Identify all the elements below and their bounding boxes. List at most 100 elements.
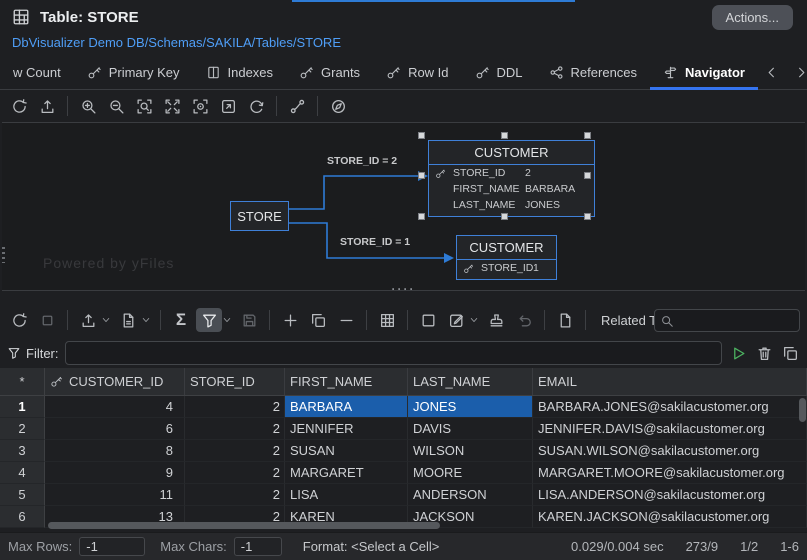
tab-row-id[interactable]: Row Id [373, 56, 461, 89]
cell-store_id[interactable]: 2 [185, 396, 285, 418]
search-input[interactable] [674, 313, 794, 328]
column-header-first_name[interactable]: FIRST_NAME [285, 368, 408, 395]
tab-grants[interactable]: Grants [286, 56, 373, 89]
result-grid[interactable]: *CUSTOMER_IDSTORE_ID FIRST_NAME LAST_NAME E… [0, 368, 807, 532]
compass-button[interactable] [325, 94, 351, 118]
cell-first_name[interactable]: BARBARA [285, 396, 408, 418]
tab-ddl[interactable]: DDL [462, 56, 536, 89]
minus-button[interactable] [333, 308, 359, 332]
focus-view-button[interactable] [187, 94, 213, 118]
open-window-button[interactable] [215, 94, 241, 118]
cell-customer_id[interactable]: 8 [45, 440, 185, 462]
vertical-scrollbar[interactable] [799, 398, 806, 422]
cell-last_name[interactable]: DAVIS [408, 418, 533, 440]
selection-handle[interactable] [418, 172, 425, 179]
cell-first_name[interactable]: SUSAN [285, 440, 408, 462]
branch-button[interactable] [284, 94, 310, 118]
stamp-button[interactable] [483, 308, 509, 332]
row-number[interactable]: 5 [0, 484, 45, 506]
tab-navigator[interactable]: Navigator [650, 56, 758, 89]
edit-button[interactable] [443, 308, 469, 332]
zoom-out-button[interactable] [103, 94, 129, 118]
row-number[interactable]: 2 [0, 418, 45, 440]
export-button[interactable] [34, 94, 60, 118]
new-doc-button[interactable] [552, 308, 578, 332]
chevron-left-button[interactable] [758, 61, 784, 85]
cell-email[interactable]: JENNIFER.DAVIS@sakilacustomer.org [533, 418, 807, 440]
square-button[interactable] [415, 308, 441, 332]
tab-indexes[interactable]: Indexes [193, 56, 287, 89]
filter-input[interactable] [65, 341, 723, 365]
tab-primary-key[interactable]: Primary Key [74, 56, 193, 89]
cell-store_id[interactable]: 2 [185, 484, 285, 506]
column-header-last_name[interactable]: LAST_NAME [408, 368, 533, 395]
horizontal-scrollbar[interactable] [0, 521, 807, 530]
column-header-label: EMAIL [538, 374, 577, 389]
copy-filter-button[interactable] [780, 343, 800, 363]
cell-customer_id[interactable]: 6 [45, 418, 185, 440]
cell-email[interactable]: BARBARA.JONES@sakilacustomer.org [533, 396, 807, 418]
actions-button[interactable]: Actions... [712, 5, 793, 30]
tab-references[interactable]: References [536, 56, 650, 89]
cell-first_name[interactable]: LISA [285, 484, 408, 506]
selection-handle[interactable] [501, 213, 508, 220]
export-button[interactable] [75, 308, 101, 332]
funnel-button[interactable] [196, 308, 222, 332]
cell-last_name[interactable]: JONES [408, 396, 533, 418]
diagram-node-customer-2[interactable]: CUSTOMER STORE_ID1 [456, 235, 557, 280]
file-button[interactable] [115, 308, 141, 332]
selection-handle[interactable] [584, 213, 591, 220]
plus-button[interactable] [277, 308, 303, 332]
cell-store_id[interactable]: 2 [185, 418, 285, 440]
cell-email[interactable]: SUSAN.WILSON@sakilacustomer.org [533, 440, 807, 462]
selection-handle[interactable] [501, 132, 508, 139]
splitter-handle[interactable]: ···· [0, 284, 807, 296]
cell-customer_id[interactable]: 11 [45, 484, 185, 506]
table-grid-button[interactable] [374, 308, 400, 332]
selection-handle[interactable] [584, 132, 591, 139]
copy-button[interactable] [305, 308, 331, 332]
cell-customer_id[interactable]: 9 [45, 462, 185, 484]
tab-w-count[interactable]: w Count [0, 56, 74, 89]
max-rows-input[interactable] [79, 537, 145, 556]
layout-refresh-button[interactable] [243, 94, 269, 118]
chevron-right-button[interactable] [788, 61, 807, 85]
sigma-button[interactable]: Σ [168, 308, 194, 332]
cell-customer_id[interactable]: 4 [45, 396, 185, 418]
cell-first_name[interactable]: JENNIFER [285, 418, 408, 440]
cell-email[interactable]: MARGARET.MOORE@sakilacustomer.org [533, 462, 807, 484]
cell-last_name[interactable]: WILSON [408, 440, 533, 462]
column-header-label: FIRST_NAME [290, 374, 372, 389]
column-header-customer_id[interactable]: CUSTOMER_ID [45, 368, 185, 395]
refresh-button[interactable] [6, 94, 32, 118]
selection-handle[interactable] [418, 132, 425, 139]
cell-store_id[interactable]: 2 [185, 462, 285, 484]
cell-last_name[interactable]: ANDERSON [408, 484, 533, 506]
cell-store_id[interactable]: 2 [185, 440, 285, 462]
row-number[interactable]: 4 [0, 462, 45, 484]
selection-handle[interactable] [584, 172, 591, 179]
zoom-region-button[interactable] [131, 94, 157, 118]
zoom-out-icon [108, 98, 125, 115]
cell-last_name[interactable]: MOORE [408, 462, 533, 484]
side-panel-grip[interactable] [2, 247, 5, 263]
navigator-diagram-canvas[interactable]: STORE CUSTOMER STORE_ID2FIRST_NAMEBARBAR… [2, 122, 805, 291]
max-chars-input[interactable] [234, 537, 282, 556]
clear-filter-button[interactable] [754, 343, 774, 363]
diagram-node-customer-1[interactable]: CUSTOMER STORE_ID2FIRST_NAMEBARBARALAST_… [428, 140, 595, 217]
refresh-button[interactable] [6, 308, 32, 332]
cell-email[interactable]: LISA.ANDERSON@sakilacustomer.org [533, 484, 807, 506]
selection-handle[interactable] [418, 213, 425, 220]
cell-first_name[interactable]: MARGARET [285, 462, 408, 484]
row-header-column[interactable]: * [0, 368, 45, 395]
diagram-node-store[interactable]: STORE [230, 201, 289, 231]
zoom-in-button[interactable] [75, 94, 101, 118]
column-header-store_id[interactable]: STORE_ID [185, 368, 285, 395]
row-number[interactable]: 1 [0, 396, 45, 418]
row-number[interactable]: 3 [0, 440, 45, 462]
apply-filter-button[interactable] [728, 343, 748, 363]
fit-screen-button[interactable] [159, 94, 185, 118]
column-header-email[interactable]: EMAIL [533, 368, 807, 395]
breadcrumb[interactable]: DbVisualizer Demo DB/Schemas/SAKILA/Tabl… [0, 35, 807, 50]
grid-search[interactable] [654, 309, 800, 332]
